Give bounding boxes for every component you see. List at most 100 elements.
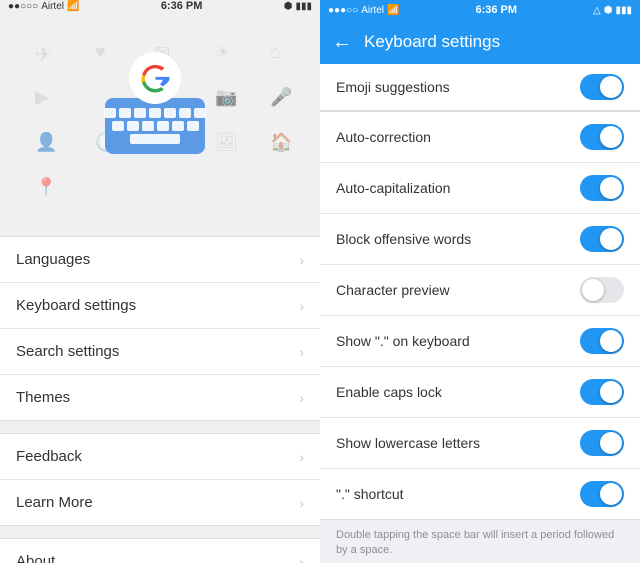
- settings-row-emoji: Emoji suggestions: [320, 64, 640, 111]
- settings-row-enable-caps-lock: Enable caps lock: [320, 367, 640, 418]
- time-left: 6:36 PM: [161, 0, 203, 12]
- chevron-keyboard-settings: ›: [299, 298, 304, 314]
- time-right: 6:36 PM: [475, 4, 517, 16]
- toggle-knob-shortcut: [600, 483, 622, 505]
- settings-row-show-on-keyboard: Show "." on keyboard: [320, 316, 640, 367]
- character-preview-label: Character preview: [336, 282, 580, 298]
- settings-row-block-offensive: Block offensive words: [320, 214, 640, 265]
- toggle-character-preview[interactable]: [580, 277, 624, 303]
- bg-icon-photo: 🖼: [215, 132, 238, 153]
- header-bar: ← Keyboard settings: [320, 20, 640, 64]
- toggle-block-offensive-words[interactable]: [580, 226, 624, 252]
- key-row-1: [104, 108, 206, 118]
- auto-correction-label: Auto-correction: [336, 129, 580, 145]
- toggle-knob-character-preview: [582, 279, 604, 301]
- toggle-emoji-suggestions[interactable]: [580, 74, 624, 100]
- menu-item-languages[interactable]: Languages ›: [0, 237, 320, 283]
- bg-icon-home: ⌂: [270, 42, 281, 63]
- back-button[interactable]: ←: [332, 31, 352, 54]
- emoji-suggestions-label: Emoji suggestions: [336, 79, 580, 95]
- google-g-icon: [129, 52, 181, 104]
- key: [157, 121, 169, 131]
- key: [112, 121, 124, 131]
- menu-item-keyboard-settings[interactable]: Keyboard settings ›: [0, 283, 320, 329]
- settings-row-character-preview: Character preview: [320, 265, 640, 316]
- settings-list: Emoji suggestions Auto-correction Auto-c…: [320, 64, 640, 563]
- toggle-auto-capitalization[interactable]: [580, 175, 624, 201]
- toggle-knob-emoji: [600, 76, 622, 98]
- secondary-menu-section: Feedback › Learn More ›: [0, 433, 320, 526]
- header-title: Keyboard settings: [364, 32, 500, 52]
- wifi-icon-right: 📶: [387, 5, 399, 16]
- space-key: [130, 134, 180, 144]
- key: [172, 121, 184, 131]
- toggle-show-lowercase[interactable]: [580, 430, 624, 456]
- menu-item-feedback[interactable]: Feedback ›: [0, 434, 320, 480]
- keyboard-settings-label: Keyboard settings: [16, 297, 136, 314]
- toggle-knob-show-lowercase: [600, 432, 622, 454]
- bg-icon-mic: 🎤: [270, 87, 292, 108]
- toggle-knob-enable-caps-lock: [600, 381, 622, 403]
- bg-icon-plane: ✈: [35, 42, 52, 67]
- menu-item-learn-more[interactable]: Learn More ›: [0, 480, 320, 525]
- hint-text: Double tapping the space bar will insert…: [320, 520, 640, 563]
- status-left-icons: ●●○○○ Airtel 📶: [8, 1, 79, 12]
- bg-icon-flag: 🏠: [270, 132, 292, 153]
- toggle-enable-caps-lock[interactable]: [580, 379, 624, 405]
- carrier-right: Airtel: [361, 5, 384, 16]
- keyboard-settings-section: Auto-correction Auto-capitalization Bloc…: [320, 111, 640, 520]
- toggle-show-on-keyboard[interactable]: [580, 328, 624, 354]
- key: [119, 108, 131, 118]
- signal-dots: ●●○○○: [8, 1, 38, 12]
- show-on-keyboard-label: Show "." on keyboard: [336, 333, 580, 349]
- settings-row-show-lowercase: Show lowercase letters: [320, 418, 640, 469]
- status-right-icons-left: ⬢ ▮▮▮: [284, 1, 312, 12]
- chevron-search-settings: ›: [299, 344, 304, 360]
- chevron-learn-more: ›: [299, 495, 304, 511]
- about-menu-section: About ›: [0, 538, 320, 563]
- toggle-knob-auto-correction: [600, 126, 622, 148]
- signal-dots-right: ●●●○○: [328, 5, 358, 16]
- right-panel: ●●●○○ Airtel 📶 6:36 PM △ ⬢ ▮▮▮ ← Keyboar…: [320, 0, 640, 563]
- settings-row-shortcut: "." shortcut: [320, 469, 640, 519]
- feedback-label: Feedback: [16, 448, 82, 465]
- logo-area: ✈ ♥ ✉ ☀ ⌂ ▶ 📷 🎤 👤 🕐 🖼 🏠 📍: [0, 12, 320, 230]
- key: [194, 108, 206, 118]
- bluetooth-icon-left: ⬢: [284, 1, 293, 12]
- menu-item-themes[interactable]: Themes ›: [0, 375, 320, 420]
- key: [104, 108, 116, 118]
- gboard-icon: [105, 52, 205, 154]
- toggle-auto-correction[interactable]: [580, 124, 624, 150]
- chevron-languages: ›: [299, 252, 304, 268]
- block-offensive-words-label: Block offensive words: [336, 231, 580, 247]
- toggle-shortcut[interactable]: [580, 481, 624, 507]
- show-lowercase-label: Show lowercase letters: [336, 435, 580, 451]
- status-right-left-icons: ●●●○○ Airtel 📶: [328, 5, 399, 16]
- bg-icon-camera: 📷: [215, 87, 237, 108]
- themes-label: Themes: [16, 389, 70, 406]
- main-menu-section: Languages › Keyboard settings › Search s…: [0, 236, 320, 421]
- key: [179, 108, 191, 118]
- key: [142, 121, 154, 131]
- key-row-3: [130, 134, 180, 144]
- learn-more-label: Learn More: [16, 494, 93, 511]
- bg-icon-person: 👤: [35, 132, 57, 153]
- chevron-about: ›: [299, 554, 304, 563]
- battery-icon-left: ▮▮▮: [295, 1, 312, 12]
- status-bar-right: ●●●○○ Airtel 📶 6:36 PM △ ⬢ ▮▮▮: [320, 0, 640, 20]
- settings-row-auto-capitalization: Auto-capitalization: [320, 163, 640, 214]
- key: [187, 121, 199, 131]
- bluetooth-icon-right: ⬢: [604, 5, 613, 16]
- search-settings-label: Search settings: [16, 343, 119, 360]
- wifi-icon: 📶: [67, 1, 79, 12]
- menu-item-search-settings[interactable]: Search settings ›: [0, 329, 320, 375]
- status-bar-left: ●●○○○ Airtel 📶 6:36 PM ⬢ ▮▮▮: [0, 0, 320, 12]
- chevron-feedback: ›: [299, 449, 304, 465]
- carrier-left: Airtel: [41, 1, 64, 12]
- menu-item-about[interactable]: About ›: [0, 539, 320, 563]
- bg-icon-map: 📍: [35, 177, 57, 198]
- toggle-knob-show-on-keyboard: [600, 330, 622, 352]
- battery-icon-right: ▮▮▮: [615, 5, 632, 16]
- languages-label: Languages: [16, 251, 90, 268]
- left-panel: ●●○○○ Airtel 📶 6:36 PM ⬢ ▮▮▮ ✈ ♥ ✉ ☀ ⌂ ▶…: [0, 0, 320, 563]
